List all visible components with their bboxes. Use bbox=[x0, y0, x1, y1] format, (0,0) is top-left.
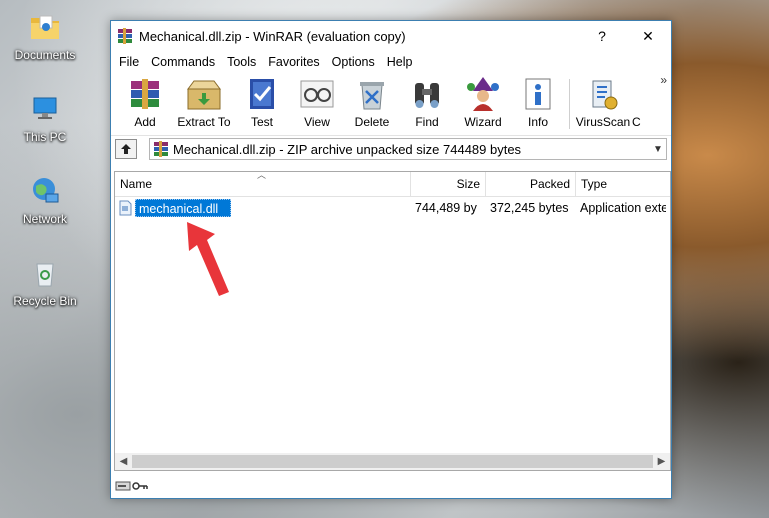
desktop-icon-label: Documents bbox=[14, 48, 76, 62]
scroll-right-icon[interactable]: ▶ bbox=[653, 456, 670, 467]
file-list-header: ︿ Name Size Packed Type bbox=[115, 170, 670, 197]
add-label: Add bbox=[134, 115, 156, 129]
test-label: Test bbox=[250, 115, 273, 129]
desktop-icon-this-pc[interactable]: This PC bbox=[9, 92, 81, 144]
up-folder-button[interactable] bbox=[115, 139, 137, 159]
menu-file[interactable]: File bbox=[113, 55, 145, 69]
delete-icon bbox=[352, 75, 392, 113]
file-list[interactable]: ︿ Name Size Packed Type mechanical.dll 7… bbox=[114, 170, 671, 471]
desktop-icon-recycle-bin[interactable]: Recycle Bin bbox=[9, 256, 81, 308]
up-arrow-icon bbox=[121, 144, 131, 154]
network-globe-icon bbox=[28, 174, 62, 208]
desktop-icon-network[interactable]: Network bbox=[9, 174, 81, 226]
column-header-packed[interactable]: Packed bbox=[486, 172, 576, 196]
drive-key-status-icon[interactable] bbox=[115, 479, 149, 493]
desktop-icon-documents[interactable]: Documents bbox=[9, 10, 81, 62]
extract-to-button[interactable]: Extract To bbox=[173, 73, 235, 129]
menu-tools[interactable]: Tools bbox=[221, 55, 262, 69]
view-label: View bbox=[304, 115, 330, 129]
menu-commands[interactable]: Commands bbox=[145, 55, 221, 69]
winrar-app-icon bbox=[117, 28, 133, 44]
recycle-bin-icon bbox=[28, 256, 62, 290]
view-button[interactable]: View bbox=[289, 73, 345, 129]
add-archive-icon bbox=[125, 75, 165, 113]
wizard-label: Wizard bbox=[464, 115, 502, 129]
help-button[interactable]: ? bbox=[579, 21, 625, 51]
scrollbar-thumb[interactable] bbox=[132, 455, 653, 468]
info-icon bbox=[518, 75, 558, 113]
extract-to-label: Extract To bbox=[177, 115, 231, 129]
test-icon bbox=[242, 75, 282, 113]
close-button[interactable]: ✕ bbox=[625, 21, 671, 51]
virusscan-button[interactable]: VirusScan bbox=[574, 73, 632, 129]
table-row[interactable]: mechanical.dll 744,489 by 372,245 bytes … bbox=[119, 199, 666, 217]
menu-options[interactable]: Options bbox=[326, 55, 381, 69]
toolbar: Add Extract To Test View Delete Find Wiz… bbox=[111, 73, 671, 135]
toolbar-overflow-chevron[interactable]: » bbox=[660, 73, 667, 87]
virusscan-icon bbox=[583, 75, 623, 113]
sort-ascending-icon: ︿ bbox=[257, 170, 267, 180]
desktop-icon-label: Recycle Bin bbox=[13, 294, 77, 308]
delete-label: Delete bbox=[354, 115, 390, 129]
column-header-type[interactable]: Type bbox=[576, 172, 670, 196]
status-bar bbox=[111, 474, 675, 498]
address-text: Mechanical.dll.zip - ZIP archive unpacke… bbox=[173, 141, 522, 157]
find-button[interactable]: Find bbox=[399, 73, 455, 129]
info-button[interactable]: Info bbox=[511, 73, 565, 129]
dll-file-icon bbox=[119, 199, 135, 217]
extract-to-icon bbox=[184, 75, 224, 113]
wizard-icon bbox=[463, 75, 503, 113]
address-bar: Mechanical.dll.zip - ZIP archive unpacke… bbox=[111, 135, 671, 162]
comment-label: C bbox=[632, 115, 641, 129]
add-button[interactable]: Add bbox=[117, 73, 173, 129]
window-title: Mechanical.dll.zip - WinRAR (evaluation … bbox=[139, 28, 406, 44]
chevron-down-icon[interactable]: ▼ bbox=[650, 144, 666, 155]
delete-button[interactable]: Delete bbox=[345, 73, 399, 129]
info-label: Info bbox=[527, 115, 548, 129]
file-size-cell: 744,489 by bbox=[415, 201, 477, 215]
wizard-button[interactable]: Wizard bbox=[455, 73, 511, 129]
winrar-window: Mechanical.dll.zip - WinRAR (evaluation … bbox=[110, 20, 672, 499]
test-button[interactable]: Test bbox=[235, 73, 289, 129]
find-binoculars-icon bbox=[407, 75, 447, 113]
view-icon bbox=[297, 75, 337, 113]
find-label: Find bbox=[415, 115, 439, 129]
scroll-left-icon[interactable]: ◀ bbox=[115, 456, 132, 467]
menu-bar: File Commands Tools Favorites Options He… bbox=[111, 51, 671, 73]
file-packed-cell: 372,245 bytes bbox=[490, 201, 569, 215]
annotation-arrow bbox=[187, 222, 229, 296]
folder-icon bbox=[28, 10, 62, 44]
file-name-cell[interactable]: mechanical.dll bbox=[135, 199, 231, 217]
comment-button[interactable]: C bbox=[632, 73, 646, 129]
toolbar-separator bbox=[569, 79, 570, 129]
horizontal-scrollbar[interactable]: ◀ ▶ bbox=[115, 453, 670, 470]
zip-archive-icon bbox=[154, 141, 168, 157]
comment-icon bbox=[632, 75, 646, 113]
column-header-size[interactable]: Size bbox=[411, 172, 486, 196]
menu-help[interactable]: Help bbox=[381, 55, 419, 69]
title-bar[interactable]: Mechanical.dll.zip - WinRAR (evaluation … bbox=[111, 21, 671, 51]
file-type-cell: Application exte bbox=[580, 201, 666, 215]
desktop-icon-label: Network bbox=[22, 212, 67, 226]
address-field[interactable]: Mechanical.dll.zip - ZIP archive unpacke… bbox=[149, 138, 667, 160]
virusscan-label: VirusScan bbox=[575, 115, 631, 129]
computer-icon bbox=[28, 92, 62, 126]
desktop-icon-label: This PC bbox=[23, 130, 67, 144]
menu-favorites[interactable]: Favorites bbox=[262, 55, 325, 69]
